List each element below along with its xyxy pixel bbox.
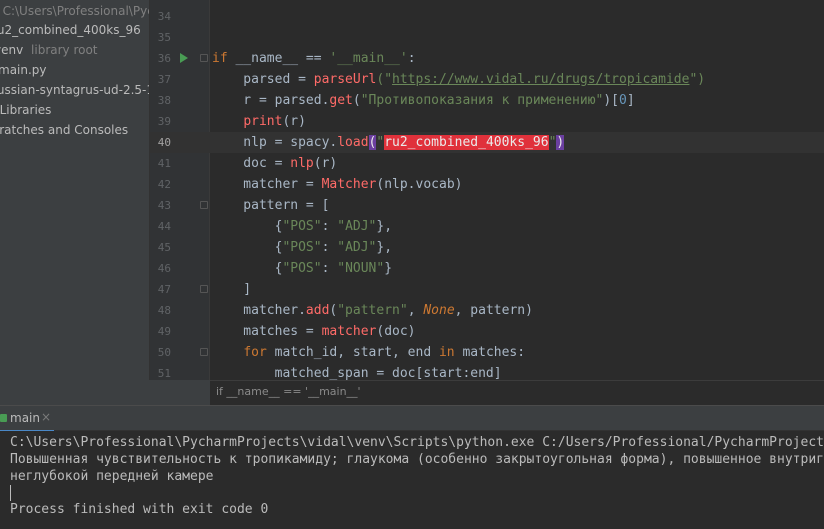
line-number: 35 <box>157 31 171 44</box>
tree-item-hint: library root <box>31 43 98 57</box>
tree-item-label: Scratches and Consoles <box>0 123 129 137</box>
project-tree: vidal C:\Users\Professional\PycharmProje… <box>0 0 150 405</box>
run-tab-main[interactable]: main × <box>0 406 54 432</box>
breadcrumb[interactable]: if __name__ == '__main__' <box>216 385 361 398</box>
tree-item-label: venv <box>0 43 24 57</box>
run-console[interactable]: C:\Users\Professional\PycharmProjects\vi… <box>0 431 824 529</box>
sidebar-bottom-area <box>0 380 210 405</box>
code-line-36: if __name__ == '__main__': <box>212 51 416 66</box>
tree-item-label: External Libraries <box>0 103 52 117</box>
code-line-46: {"POS": "NOUN"} <box>212 261 393 276</box>
fold-icon[interactable] <box>200 54 208 62</box>
line-number: 38 <box>157 94 171 107</box>
run-tab-label: main <box>10 411 40 425</box>
tree-item-venv[interactable]: venv library root <box>0 40 98 60</box>
line-number-current: 40 <box>157 136 171 149</box>
run-tool-window-header: main × <box>0 405 824 432</box>
error-highlight: ru2_combined_400ks_96 <box>384 135 549 150</box>
line-number: 49 <box>157 325 171 338</box>
console-line: Повышенная чувствительность к тропикамид… <box>10 452 824 467</box>
line-number: 41 <box>157 157 171 170</box>
line-number: 37 <box>157 73 171 86</box>
line-number: 47 <box>157 283 171 296</box>
tree-item-root-path: C:\Users\Professional\PycharmProjects\vi… <box>2 4 149 18</box>
console-line: C:\Users\Professional\PycharmProjects\vi… <box>10 435 824 450</box>
tree-item-label: russian-syntagrus-ud-2.5-191206.udpipe <box>0 83 149 97</box>
fold-icon[interactable] <box>200 285 208 293</box>
tree-item-label: main.py <box>0 63 47 77</box>
code-line-40: nlp = spacy.load("ru2_combined_400ks_96"… <box>212 135 565 150</box>
code-line-51: matched_span = doc[start:end] <box>212 366 502 380</box>
line-number: 42 <box>157 178 171 191</box>
code-line-45: {"POS": "ADJ"}, <box>212 240 393 255</box>
line-number: 48 <box>157 304 171 317</box>
line-number: 46 <box>157 262 171 275</box>
line-number: 50 <box>157 346 171 359</box>
tree-item-root[interactable]: vidal C:\Users\Professional\PycharmProje… <box>0 1 149 21</box>
run-gutter-icon[interactable] <box>180 53 188 63</box>
tree-item-model-folder[interactable]: ru2_combined_400ks_96 <box>0 20 141 40</box>
tree-item-udpipe-model[interactable]: russian-syntagrus-ud-2.5-191206.udpipe <box>0 80 149 100</box>
code-line-41: doc = nlp(r) <box>212 156 338 171</box>
fold-icon[interactable] <box>200 348 208 356</box>
code-line-38: r = parsed.get("Противопоказания к приме… <box>212 93 635 108</box>
code-line-50: for match_id, start, end in matches: <box>243 345 526 360</box>
line-number: 34 <box>157 10 171 23</box>
fold-icon[interactable] <box>200 201 208 209</box>
tree-item-main-py[interactable]: main.py <box>0 60 47 80</box>
code-line-47: ] <box>212 282 252 297</box>
tree-item-label: ru2_combined_400ks_96 <box>0 23 141 37</box>
code-line-43: pattern = [ <box>212 198 330 213</box>
breadcrumb-bar: if __name__ == '__main__' <box>210 380 824 405</box>
tree-item-scratches[interactable]: Scratches and Consoles <box>0 120 128 140</box>
line-number: 43 <box>157 199 171 212</box>
code-line-39: print(r) <box>243 114 306 129</box>
line-number: 36 <box>157 52 171 65</box>
line-number: 39 <box>157 115 171 128</box>
line-number: 45 <box>157 241 171 254</box>
brace-match-close: ) <box>556 135 565 150</box>
console-line: Process finished with exit code 0 <box>10 502 269 517</box>
code-line-49: matches = matcher(doc) <box>212 324 416 339</box>
text-caret <box>10 485 11 501</box>
console-line: неглубокой передней камере <box>10 469 214 484</box>
code-line-37: parsed = parseUrl("https://www.vidal.ru/… <box>212 72 706 87</box>
tree-item-external-libraries[interactable]: External Libraries <box>0 100 51 120</box>
close-icon[interactable]: × <box>41 410 51 424</box>
code-line-48: matcher.add("pattern", None, pattern) <box>212 303 533 318</box>
url-link[interactable]: https://www.vidal.ru/drugs/tropicamide <box>392 72 689 87</box>
line-number: 44 <box>157 220 171 233</box>
python-run-icon <box>0 414 7 422</box>
editor-gutter[interactable]: 34 35 36 37 38 39 40 41 42 43 44 45 46 4… <box>150 0 210 380</box>
code-line-42: matcher = Matcher(nlp.vocab) <box>212 177 463 192</box>
code-line-44: {"POS": "ADJ"}, <box>212 219 393 234</box>
code-editor[interactable]: if __name__ == '__main__': parsed = pars… <box>210 0 824 380</box>
